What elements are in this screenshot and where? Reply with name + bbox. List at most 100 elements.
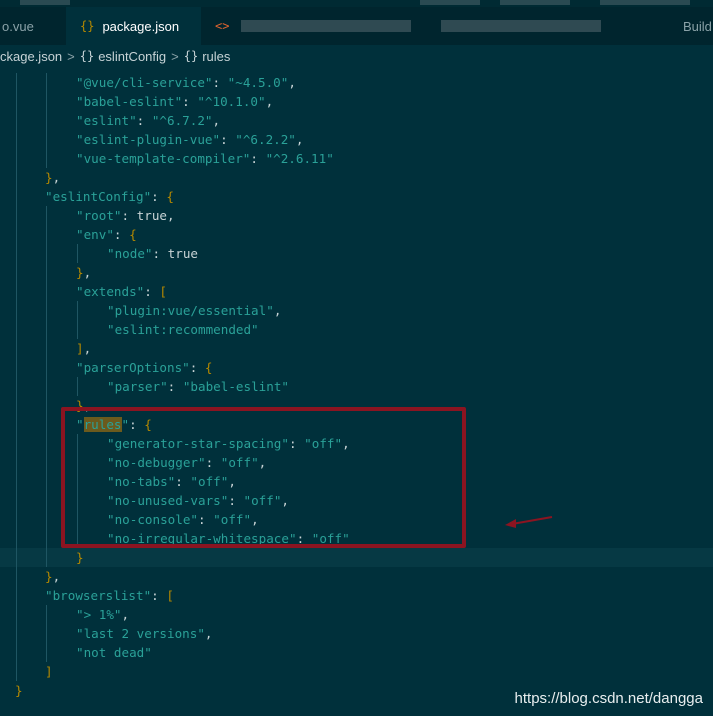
code-line[interactable]: "browserslist": [ bbox=[0, 586, 713, 605]
code-line[interactable]: }, bbox=[0, 567, 713, 586]
indent-guide bbox=[16, 472, 17, 491]
indent-guide bbox=[46, 624, 47, 643]
chevron-right-icon: > bbox=[67, 48, 75, 64]
indent-guide bbox=[16, 396, 17, 415]
code-line[interactable]: "not dead" bbox=[0, 643, 713, 662]
code-line[interactable]: "eslintConfig": { bbox=[0, 187, 713, 206]
indent-guide bbox=[16, 168, 17, 187]
code-line[interactable]: "last 2 versions", bbox=[0, 624, 713, 643]
angle-brackets-icon: <> bbox=[215, 19, 230, 33]
indent-guide bbox=[16, 377, 17, 396]
tab-vue-file[interactable]: o.vue bbox=[0, 7, 66, 45]
code-line[interactable]: } bbox=[0, 548, 713, 567]
indent-guide bbox=[16, 567, 17, 586]
indent-guide bbox=[46, 263, 47, 282]
indent-guide bbox=[46, 358, 47, 377]
code-text: "env": { bbox=[76, 227, 137, 242]
indent-guide bbox=[16, 130, 17, 149]
code-text: "eslint:recommended" bbox=[107, 322, 259, 337]
code-line[interactable]: ], bbox=[0, 339, 713, 358]
code-line[interactable]: "root": true, bbox=[0, 206, 713, 225]
indent-guide bbox=[46, 92, 47, 111]
code-text: "eslint-plugin-vue": "^6.2.2", bbox=[76, 132, 304, 147]
indent-guide bbox=[16, 301, 17, 320]
indent-guide bbox=[77, 244, 78, 263]
code-line[interactable]: "eslint": "^6.7.2", bbox=[0, 111, 713, 130]
code-line[interactable]: "node": true bbox=[0, 244, 713, 263]
code-text: ] bbox=[45, 664, 53, 679]
code-line[interactable]: }, bbox=[0, 168, 713, 187]
code-line[interactable]: "parserOptions": { bbox=[0, 358, 713, 377]
indent-guide bbox=[46, 282, 47, 301]
indent-guide bbox=[16, 73, 17, 92]
code-text: "parserOptions": { bbox=[76, 360, 213, 375]
indent-guide bbox=[16, 225, 17, 244]
object-braces-icon: {} bbox=[79, 49, 95, 63]
indent-guide bbox=[16, 282, 17, 301]
code-line[interactable]: "env": { bbox=[0, 225, 713, 244]
indent-guide bbox=[46, 149, 47, 168]
indent-guide bbox=[46, 130, 47, 149]
indent-guide bbox=[16, 320, 17, 339]
code-text: }, bbox=[45, 170, 61, 185]
indent-guide bbox=[46, 339, 47, 358]
indent-guide bbox=[46, 529, 47, 548]
code-text: "root": true, bbox=[76, 208, 175, 223]
code-text: }, bbox=[45, 569, 61, 584]
tab-build[interactable]: Build bbox=[665, 7, 713, 45]
tab-html-file[interactable]: <> bbox=[201, 7, 641, 45]
code-line[interactable]: }, bbox=[0, 263, 713, 282]
code-text: "eslint": "^6.7.2", bbox=[76, 113, 221, 128]
indent-guide bbox=[46, 320, 47, 339]
annotation-arrow-icon bbox=[505, 516, 553, 528]
indent-guide bbox=[46, 605, 47, 624]
indent-guide bbox=[16, 263, 17, 282]
indent-guide bbox=[16, 643, 17, 662]
indent-guide bbox=[46, 225, 47, 244]
code-line[interactable]: "vue-template-compiler": "^2.6.11" bbox=[0, 149, 713, 168]
indent-guide bbox=[16, 491, 17, 510]
breadcrumb-file[interactable]: ckage.json bbox=[0, 49, 62, 64]
indent-guide bbox=[46, 510, 47, 529]
code-text: }, bbox=[76, 265, 92, 280]
code-text: "plugin:vue/essential", bbox=[107, 303, 282, 318]
indent-guide bbox=[16, 339, 17, 358]
tab-label: package.json bbox=[102, 18, 180, 34]
tab-package-json[interactable]: {} package.json bbox=[66, 7, 201, 45]
indent-guide bbox=[46, 206, 47, 225]
code-line[interactable]: "plugin:vue/essential", bbox=[0, 301, 713, 320]
indent-guide bbox=[16, 586, 17, 605]
code-line[interactable]: "extends": [ bbox=[0, 282, 713, 301]
code-text: "> 1%", bbox=[76, 607, 130, 622]
indent-guide bbox=[16, 92, 17, 111]
annotation-box bbox=[61, 407, 466, 548]
code-line[interactable]: "babel-eslint": "^10.1.0", bbox=[0, 92, 713, 111]
code-text: ], bbox=[76, 341, 92, 356]
code-line[interactable]: "eslint-plugin-vue": "^6.2.2", bbox=[0, 130, 713, 149]
indent-guide bbox=[16, 206, 17, 225]
indent-guide bbox=[46, 548, 47, 567]
code-text: } bbox=[76, 550, 84, 565]
code-text: "not dead" bbox=[76, 645, 152, 660]
code-line[interactable]: "eslint:recommended" bbox=[0, 320, 713, 339]
code-line[interactable]: "@vue/cli-service": "~4.5.0", bbox=[0, 73, 713, 92]
breadcrumb-rules[interactable]: rules bbox=[202, 49, 230, 64]
indent-guide bbox=[46, 434, 47, 453]
indent-guide bbox=[16, 149, 17, 168]
code-editor[interactable]: "@vue/cli-service": "~4.5.0", "babel-esli… bbox=[0, 67, 713, 716]
indent-guide bbox=[46, 73, 47, 92]
indent-guide bbox=[46, 396, 47, 415]
indent-guide bbox=[16, 548, 17, 567]
code-line[interactable]: "parser": "babel-eslint" bbox=[0, 377, 713, 396]
indent-guide bbox=[46, 643, 47, 662]
code-line[interactable]: "> 1%", bbox=[0, 605, 713, 624]
indent-guide bbox=[77, 377, 78, 396]
indent-guide bbox=[77, 320, 78, 339]
indent-guide bbox=[16, 529, 17, 548]
breadcrumb-eslintconfig[interactable]: eslintConfig bbox=[98, 49, 166, 64]
indent-guide bbox=[16, 415, 17, 434]
indent-guide bbox=[46, 491, 47, 510]
indent-guide bbox=[46, 377, 47, 396]
indent-guide bbox=[46, 244, 47, 263]
code-line[interactable]: ] bbox=[0, 662, 713, 681]
